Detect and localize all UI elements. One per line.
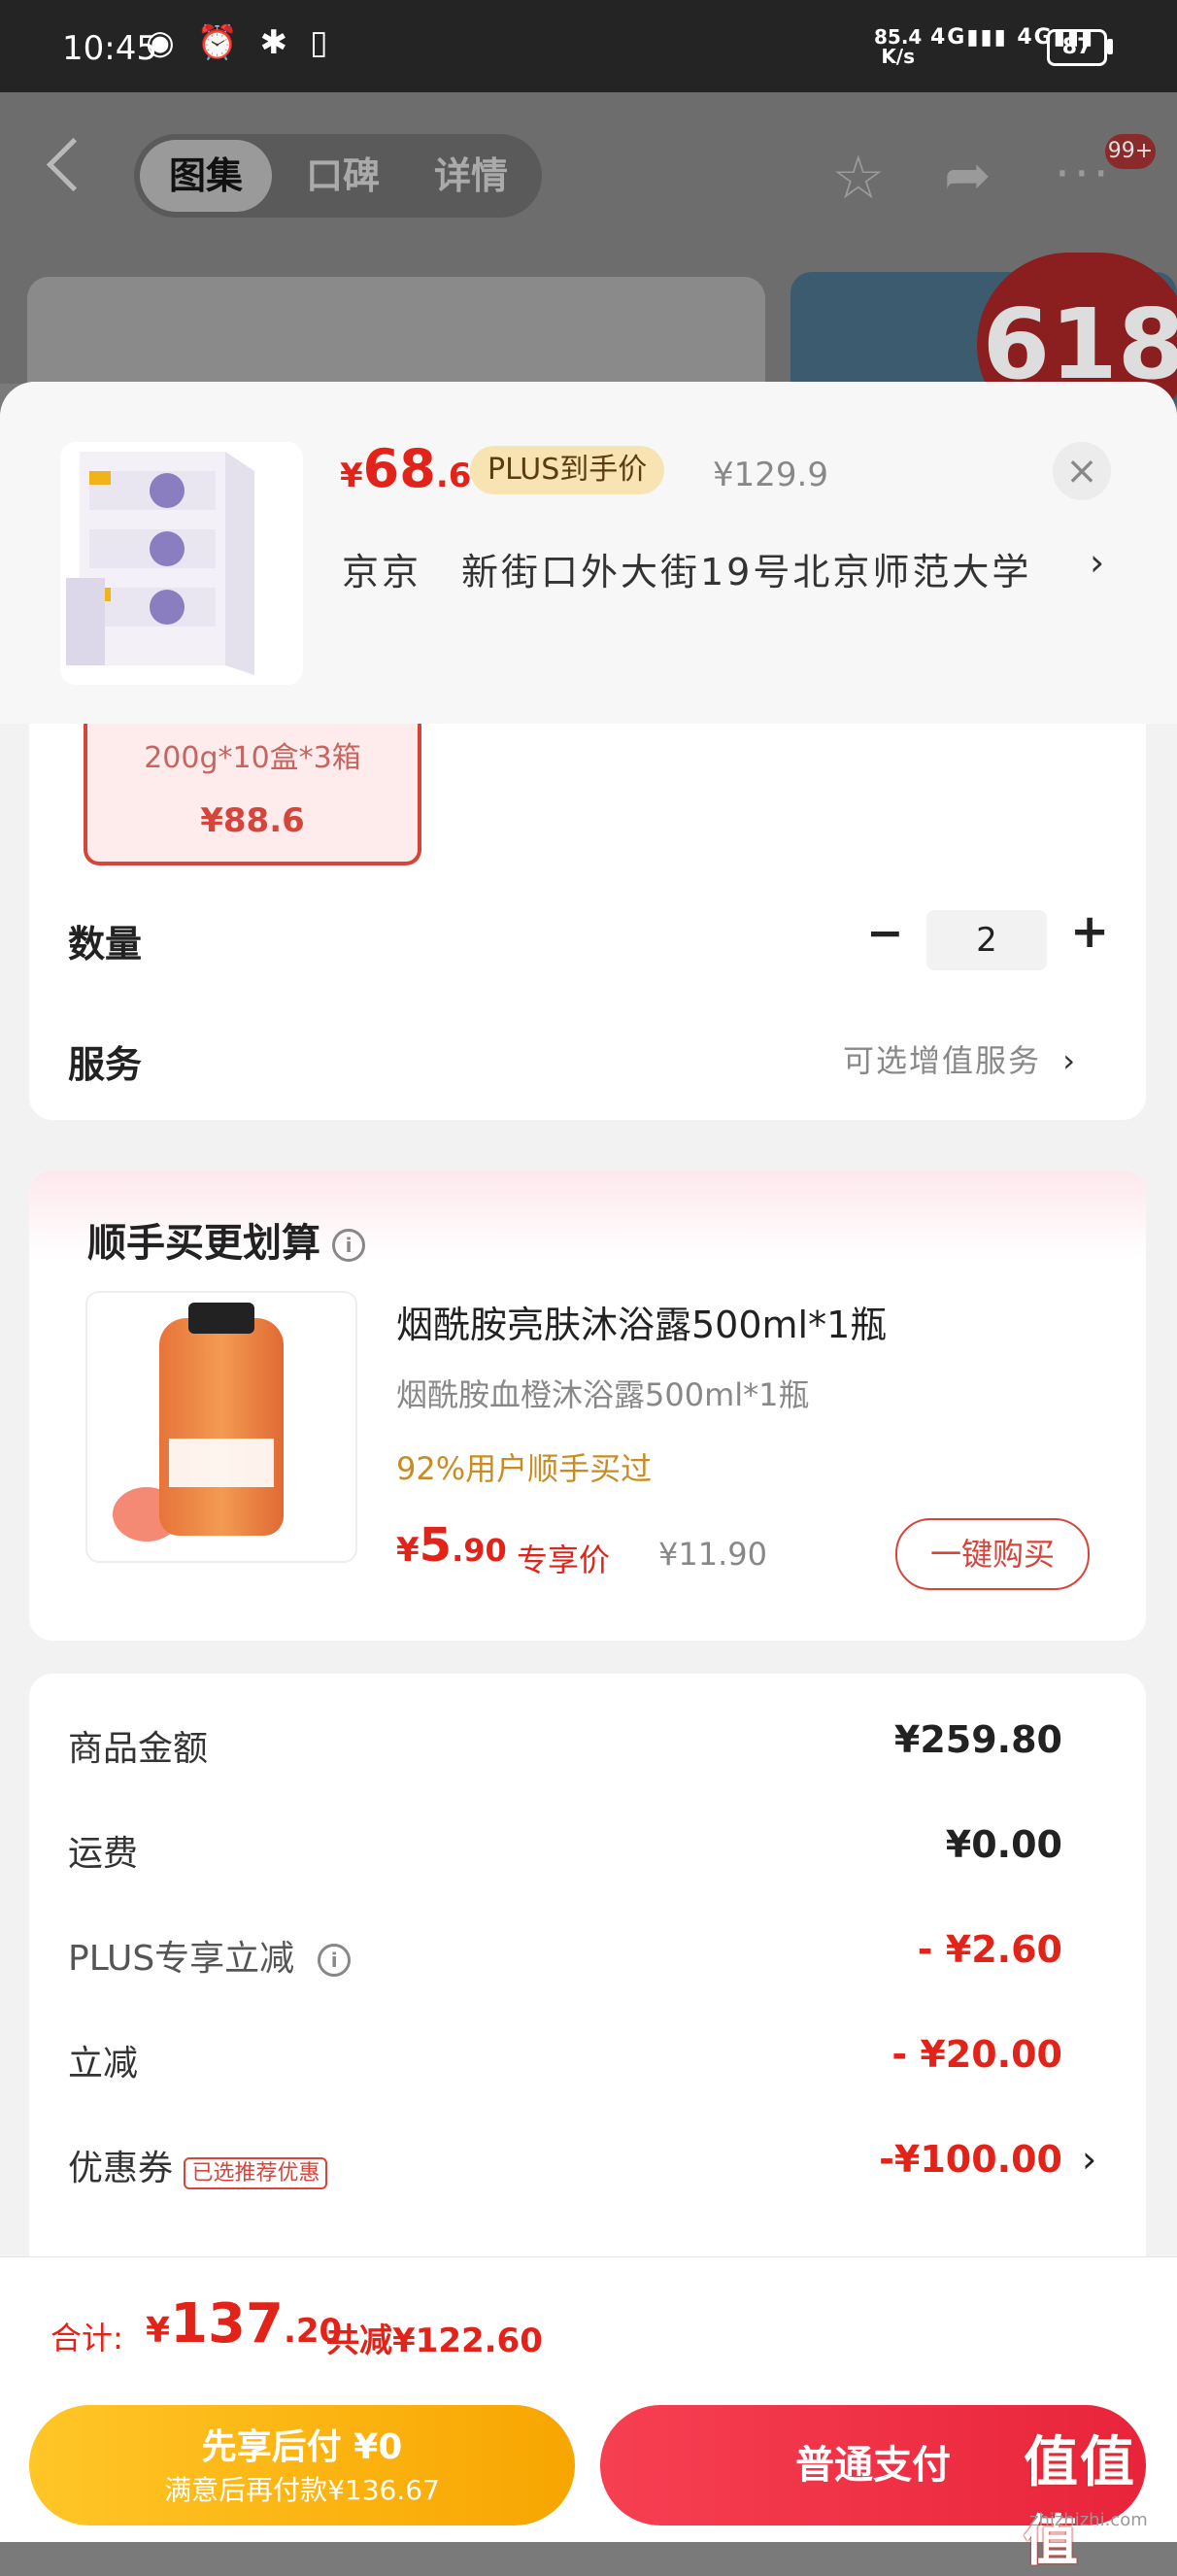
more-icon[interactable]: ··· [1055, 146, 1113, 202]
summary-label-shipping: 运费 [68, 1834, 139, 1874]
bottle-label [169, 1439, 274, 1487]
battery-tip [1107, 39, 1113, 54]
status-bar: 10:45 ◉ ⏰ ✱ ▯ 85.4 K/s 4G▮▮▮ 4G▮▮▮ 87 [0, 0, 1177, 92]
coupon-recommended-tag: 已选推荐优惠 [184, 2157, 328, 2189]
status-icons: ◉ ⏰ ✱ ▯ [146, 23, 334, 62]
alarm-icon: ⏰ [196, 23, 244, 62]
tab-reviews[interactable]: 口碑 [280, 134, 406, 218]
addon-price: ¥5.90 [396, 1518, 507, 1573]
product-box-image [60, 442, 303, 685]
addon-exclusive-label: 专享价 [517, 1542, 611, 1578]
one-click-buy-button[interactable]: 一键购买 [895, 1518, 1090, 1590]
addon-product-name[interactable]: 烟酰胺亮肤沐浴露500ml*1瓶 [396, 1295, 887, 1348]
sku-label: 200g*10盒*3箱 [144, 741, 361, 775]
summary-value-plus-discount: - ¥2.60 [917, 1928, 1062, 1971]
chevron-right-icon[interactable]: › [1090, 541, 1104, 584]
addon-title: 顺手买更划算 i [87, 1211, 365, 1268]
checkout-bar: 合计: ¥137.20 共减¥122.60 先享后付 ¥0 满意后再付款¥136… [0, 2256, 1177, 2542]
addon-product-subtitle: 烟酰胺血橙沐浴露500ml*1瓶 [396, 1376, 810, 1413]
addon-original-price: ¥11.90 [658, 1536, 767, 1573]
total-savings: 共减¥122.60 [326, 2322, 543, 2360]
close-button[interactable]: × [1053, 442, 1111, 500]
service-label: 服务 [68, 1043, 143, 1086]
product-thumbnail [60, 442, 303, 685]
bluetooth-icon: ✱ [259, 23, 294, 62]
sku-option-selected[interactable]: 200g*10盒*3箱 ¥88.6 [84, 724, 421, 865]
quantity-minus-button[interactable]: − [866, 906, 904, 959]
watermark-site: zhizhizhi.com [1029, 2510, 1148, 2530]
addon-product-image[interactable] [85, 1291, 357, 1563]
delivery-address[interactable]: 京京 新街口外大街19号北京师范大学 [342, 542, 1031, 595]
sku-price: ¥88.6 [200, 801, 305, 840]
summary-value-goods: ¥259.80 [893, 1718, 1062, 1761]
member-price: ¥68.6 [340, 438, 472, 499]
battery-icon: 87 [1047, 29, 1107, 66]
tab-bar: 图集 口碑 详情 [134, 134, 542, 218]
service-option[interactable]: 可选增值服务 › [843, 1036, 1077, 1081]
summary-label-plus-discount: PLUS专享立减 i [68, 1930, 352, 1981]
pay-later-subtitle: 满意后再付款¥136.67 [164, 2474, 440, 2506]
vibrate-icon: ▯ [309, 23, 334, 62]
options-card: 200g*10盒*3箱 ¥88.6 数量 − 2 + 服务 可选增值服务 › [29, 724, 1146, 1120]
info-icon[interactable]: i [332, 1229, 365, 1262]
message-badge: 99+ [1105, 134, 1156, 169]
summary-value-coupon[interactable]: -¥100.00 [771, 2138, 1062, 2181]
pay-later-button[interactable]: 先享后付 ¥0 满意后再付款¥136.67 [29, 2405, 575, 2525]
original-price: ¥129.9 [713, 456, 828, 494]
summary-value-instant-discount: - ¥20.00 [891, 2033, 1062, 2076]
tab-gallery[interactable]: 图集 [140, 140, 272, 212]
tab-details[interactable]: 详情 [408, 134, 534, 218]
quantity-plus-button[interactable]: + [1070, 904, 1109, 959]
purchase-sheet: ¥68.6 PLUS到手价 ¥129.9 × 京京 新街口外大街19号北京师范大… [0, 382, 1177, 2541]
bottle-cap [188, 1303, 254, 1334]
pay-later-title: 先享后付 ¥0 [201, 2427, 403, 2467]
summary-label-goods: 商品金额 [68, 1729, 209, 1769]
summary-label-coupon[interactable]: 优惠券 已选推荐优惠 [68, 2140, 328, 2190]
addon-card: 顺手买更划算 i 烟酰胺亮肤沐浴露500ml*1瓶 烟酰胺血橙沐浴露500ml*1… [29, 1170, 1146, 1641]
summary-label-instant-discount: 立减 [68, 2044, 139, 2084]
quantity-input[interactable]: 2 [926, 910, 1047, 970]
plus-price-tag: PLUS到手价 [470, 446, 665, 494]
chevron-right-icon: › [1062, 1042, 1077, 1079]
watermark-logo: 值值值 [1024, 2431, 1136, 2573]
total-price: ¥137.20 [146, 2292, 343, 2356]
total-label: 合计: [50, 2320, 123, 2356]
sheet-header: ¥68.6 PLUS到手价 ¥129.9 × 京京 新街口外大街19号北京师范大… [0, 382, 1177, 724]
info-icon[interactable]: i [318, 1944, 352, 1977]
eye-icon: ◉ [146, 23, 181, 62]
favorite-star-icon[interactable]: ☆ [831, 142, 886, 213]
addon-purchase-rate: 92%用户顺手买过 [396, 1450, 653, 1487]
quantity-label: 数量 [68, 923, 143, 966]
summary-value-shipping: ¥0.00 [945, 1823, 1062, 1866]
share-icon[interactable]: ➦ [944, 142, 992, 208]
bottle-image [159, 1318, 284, 1536]
clock: 10:45 [62, 29, 157, 68]
network-speed: 85.4 K/s [874, 25, 923, 68]
chevron-right-icon[interactable]: › [1082, 2138, 1096, 2181]
